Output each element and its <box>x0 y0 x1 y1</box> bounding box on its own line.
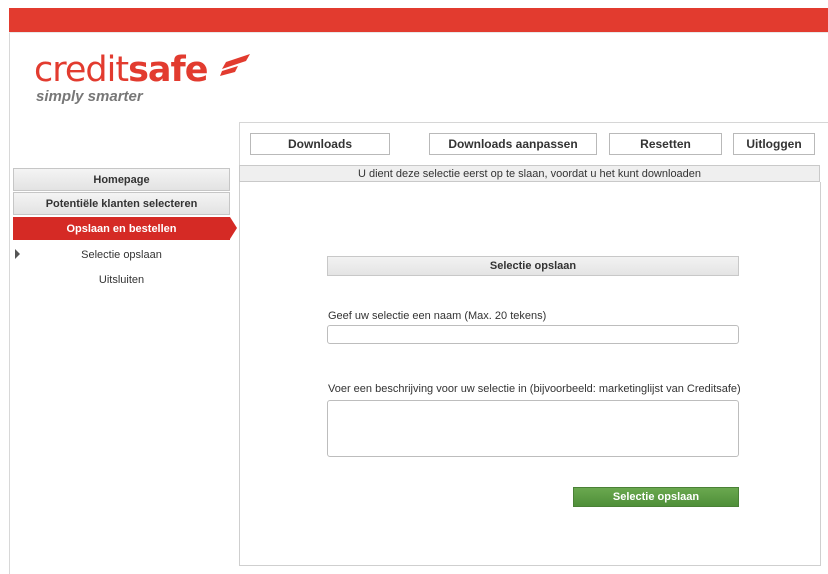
logo-word-bold: safe <box>128 50 208 90</box>
sidebar-item-label: Opslaan en bestellen <box>66 222 177 235</box>
active-arrow-icon <box>230 217 237 239</box>
uitloggen-button[interactable]: Uitloggen <box>733 133 815 155</box>
description-field-label: Voer een beschrijving voor uw selectie i… <box>328 383 741 395</box>
name-field-label: Geef uw selectie een naam (Max. 20 teken… <box>328 310 547 322</box>
sidebar-item-potentiele-klanten[interactable]: Potentiële klanten selecteren <box>13 192 230 215</box>
downloads-button[interactable]: Downloads <box>250 133 390 155</box>
top-margin <box>0 0 828 8</box>
logo-word-light: credit <box>34 50 129 90</box>
notice-bar: U dient deze selectie eerst op te slaan,… <box>239 165 820 182</box>
save-selection-button[interactable]: Selectie opslaan <box>573 487 739 507</box>
subitem-uitsluiten[interactable]: Uitsluiten <box>13 274 230 286</box>
toolbar-frame-left <box>239 122 240 166</box>
toolbar-frame-top <box>239 122 828 123</box>
header-bar <box>9 8 828 32</box>
page-frame-left <box>9 32 10 574</box>
form-title: Selectie opslaan <box>327 256 739 276</box>
logo-swoosh-icon <box>220 54 250 76</box>
sidebar-item-opslaan-en-bestellen[interactable]: Opslaan en bestellen <box>13 217 237 240</box>
resetten-button[interactable]: Resetten <box>609 133 722 155</box>
logo-tagline: simply smarter <box>36 88 143 105</box>
downloads-aanpassen-button[interactable]: Downloads aanpassen <box>429 133 597 155</box>
selection-description-textarea[interactable] <box>327 400 739 457</box>
page-frame-top <box>9 32 828 33</box>
logo-wordmark: creditsafe <box>34 50 208 90</box>
selection-name-input[interactable] <box>327 325 739 344</box>
sidebar-item-homepage[interactable]: Homepage <box>13 168 230 191</box>
content-panel <box>239 182 821 566</box>
subitem-selectie-opslaan[interactable]: Selectie opslaan <box>13 249 230 261</box>
creditsafe-logo[interactable]: creditsafe simply smarter <box>34 50 250 105</box>
